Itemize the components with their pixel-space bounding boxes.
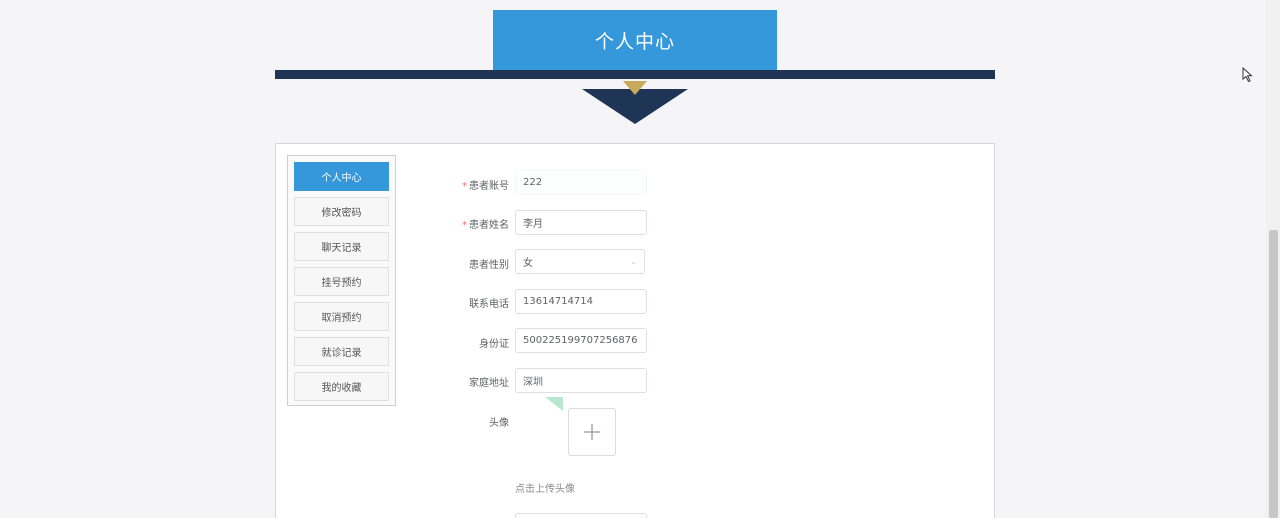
address-field[interactable]: 深圳 <box>515 368 647 393</box>
sidebar-item-label: 聊天记录 <box>321 243 362 254</box>
account-value: 222 <box>523 177 543 188</box>
id-card-field[interactable]: 500225199707256876 <box>515 328 647 353</box>
phone-value: 13614714714 <box>523 296 593 307</box>
sidebar-item-label: 个人中心 <box>321 173 362 184</box>
phone-label: 联系电话 <box>469 299 509 310</box>
sidebar-item-visit-records[interactable]: 就诊记录 <box>294 337 389 366</box>
address-label: 家庭地址 <box>469 378 509 389</box>
avatar-label: 头像 <box>489 418 509 429</box>
sidebar-item-label: 挂号预约 <box>321 278 362 289</box>
gender-value: 女 <box>523 258 533 269</box>
account-field[interactable]: 222 <box>515 170 647 195</box>
name-field[interactable]: 李月 <box>515 210 647 235</box>
gold-arrow-decoration <box>623 81 647 95</box>
sidebar-item-favorites[interactable]: 我的收藏 <box>294 372 389 401</box>
page-title: 个人中心 <box>594 30 675 53</box>
plus-icon <box>584 424 600 440</box>
name-value: 李月 <box>523 219 543 230</box>
gender-label: 患者性别 <box>469 260 509 271</box>
phone-field[interactable]: 13614714714 <box>515 289 647 314</box>
page-title-banner: 个人中心 <box>493 10 777 70</box>
upload-hint: 点击上传头像 <box>515 484 575 495</box>
sidebar-item-appointment[interactable]: 挂号预约 <box>294 267 389 296</box>
mouse-cursor-icon <box>1242 67 1253 83</box>
sidebar-item-label: 修改密码 <box>321 208 362 219</box>
avatar-preview-corner <box>545 397 563 411</box>
sidebar-item-chat-records[interactable]: 聊天记录 <box>294 232 389 261</box>
sidebar-item-label: 就诊记录 <box>321 348 362 359</box>
sidebar-item-label: 取消预约 <box>321 313 362 324</box>
sidebar-item-label: 我的收藏 <box>321 383 362 394</box>
next-field-partial[interactable] <box>515 513 647 518</box>
gender-select[interactable]: 女 ⌄ <box>515 249 645 274</box>
sidebar-item-change-password[interactable]: 修改密码 <box>294 197 389 226</box>
account-label: * 患者账号 <box>462 181 509 192</box>
id-card-value: 500225199707256876 <box>523 335 638 346</box>
id-card-label: 身份证 <box>479 339 509 350</box>
required-asterisk: * <box>462 181 467 192</box>
name-label: * 患者姓名 <box>462 220 509 231</box>
sidebar-item-cancel-appointment[interactable]: 取消预约 <box>294 302 389 331</box>
title-underline-bar <box>275 70 995 79</box>
chevron-down-icon: ⌄ <box>630 257 637 266</box>
sidebar-item-personal-center[interactable]: 个人中心 <box>294 162 389 191</box>
page-scrollbar-thumb[interactable] <box>1269 230 1278 518</box>
avatar-upload-button[interactable] <box>568 408 616 456</box>
address-value: 深圳 <box>523 377 543 388</box>
required-asterisk: * <box>462 220 467 231</box>
